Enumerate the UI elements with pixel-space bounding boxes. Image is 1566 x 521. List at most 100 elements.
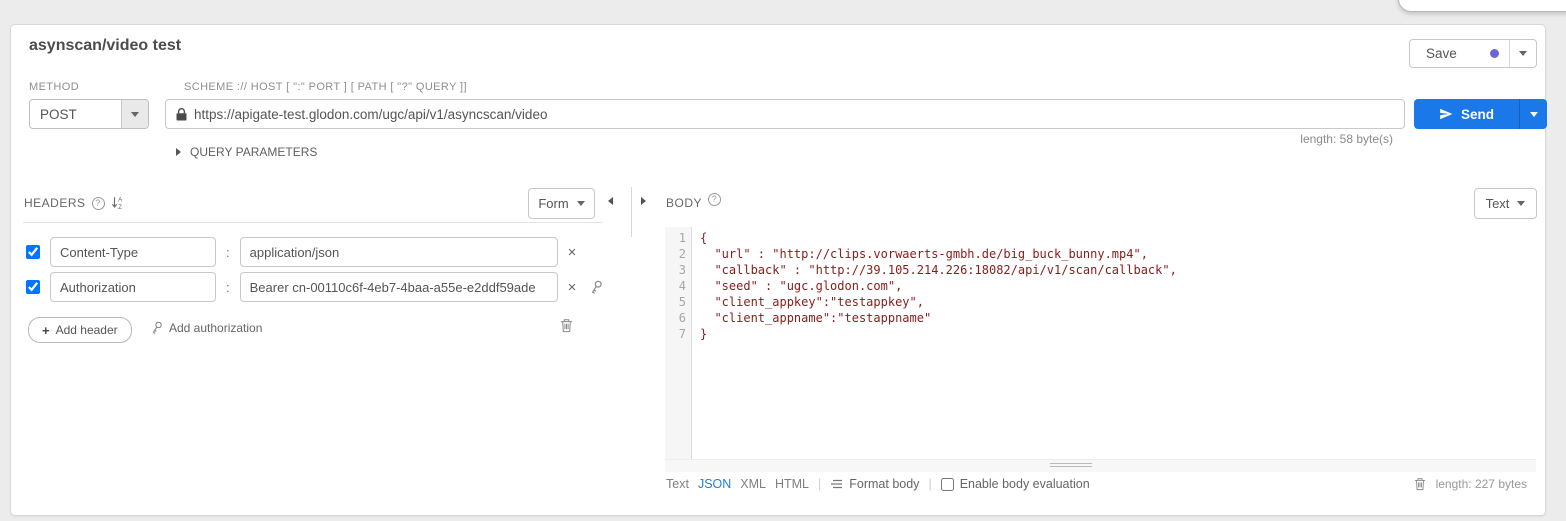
header-row: : [26,237,606,267]
chevron-down-icon [577,201,585,206]
body-title: BODY [666,196,702,210]
header-enabled-checkbox[interactable] [26,245,40,259]
lock-icon [176,108,187,121]
headers-mode-select[interactable]: Form [528,188,595,219]
line-number: 3 [665,262,691,278]
colon-separator: : [226,245,230,260]
format-tab-xml[interactable]: XML [740,477,766,491]
method-dropdown-arrow[interactable] [121,100,148,128]
page-title: asynscan/video test [29,37,181,55]
header-value-input[interactable] [240,237,558,267]
auth-key-icon[interactable] [590,280,603,295]
editor-resize-strip [665,459,1536,472]
toolbar-separator [928,477,931,491]
body-evaluation-label: Enable body evaluation [960,477,1090,491]
save-dropdown-toggle[interactable] [1509,40,1536,67]
svg-text:Z: Z [118,205,122,210]
code-text: "seed" : "ugc.glodon.com", [691,278,902,294]
code-text: "client_appkey":"testappkey", [691,294,924,310]
code-text: "client_appname":"testappname" [691,310,931,326]
line-number: 1 [665,230,691,246]
add-header-button[interactable]: Add header [28,317,132,343]
code-text: "callback" : "http://39.105.214.226:1808… [691,262,1177,278]
remove-header-icon[interactable] [568,280,577,295]
format-tab-text[interactable]: Text [666,477,689,491]
format-tab-json[interactable]: JSON [698,477,731,491]
url-scheme-label: SCHEME :// HOST [ ":" PORT ] [ PATH [ "?… [184,81,467,93]
key-icon [151,321,163,335]
header-enabled-checkbox[interactable] [26,280,40,294]
code-text: } [691,326,707,342]
chevron-down-icon [1519,51,1527,56]
line-number: 5 [665,294,691,310]
format-tab-html[interactable]: HTML [775,477,809,491]
colon-separator: : [226,280,230,295]
query-parameters-label: QUERY PARAMETERS [190,145,317,159]
headers-divider [23,222,602,223]
body-mode-value: Text [1486,196,1510,211]
format-body-button[interactable]: Format body [830,477,919,491]
method-value: POST [30,100,121,128]
resize-handle[interactable] [1050,463,1092,469]
code-text: { [691,230,707,246]
code-line: 5 "client_appkey":"testappkey", [665,294,1536,310]
help-icon[interactable] [708,193,721,206]
method-select[interactable]: POST [29,99,149,129]
line-number: 4 [665,278,691,294]
save-button-label: Save [1426,46,1457,61]
query-parameters-toggle[interactable]: QUERY PARAMETERS [176,145,317,159]
code-line: 7} [665,326,1536,342]
app-background: asynscan/video test Save METHOD SCHEME :… [0,0,1566,521]
header-name-input[interactable] [50,237,216,267]
sort-headers-icon[interactable]: A Z [111,196,125,210]
send-button[interactable]: Send [1414,99,1547,129]
code-line: 2 "url" : "http://clips.vorwaerts-gmbh.d… [665,246,1536,262]
body-evaluation-checkbox[interactable] [941,478,954,491]
request-card: asynscan/video test Save METHOD SCHEME :… [10,24,1546,516]
code-line: 4 "seed" : "ugc.glodon.com", [665,278,1536,294]
url-input[interactable] [194,107,1404,122]
body-editor[interactable]: 1{ 2 "url" : "http://clips.vorwaerts-gmb… [665,227,1536,459]
body-toolbar: Text JSON XML HTML Format body Enable bo… [666,477,1090,491]
paper-plane-icon [1439,107,1453,121]
line-number: 7 [665,326,691,342]
line-number: 2 [665,246,691,262]
unsaved-indicator-dot [1490,49,1499,58]
svg-text:A: A [118,197,123,203]
help-icon[interactable] [92,197,105,210]
code-line: 3 "callback" : "http://39.105.214.226:18… [665,262,1536,278]
add-header-label: Add header [56,323,118,337]
clear-body-trash-icon[interactable] [1414,477,1426,491]
collapse-left-arrow[interactable] [608,197,613,205]
collapse-right-arrow[interactable] [641,197,646,205]
send-button-label: Send [1461,107,1494,122]
code-line: 6 "client_appname":"testappname" [665,310,1536,326]
headers-mode-value: Form [538,196,568,211]
method-label: METHOD [29,81,79,93]
enable-body-evaluation[interactable]: Enable body evaluation [941,477,1090,491]
headers-section-header: HEADERS A Z [24,196,125,210]
body-section-header: BODY [666,196,721,210]
plus-icon [42,323,50,338]
chevron-down-icon [131,112,139,117]
header-value-input[interactable] [240,272,558,302]
panel-splitter[interactable] [631,187,632,237]
chevron-down-icon [1517,201,1525,206]
send-dropdown-toggle[interactable] [1519,99,1547,129]
code-line: 1{ [665,230,1536,246]
remove-header-icon[interactable] [568,245,577,260]
headers-title: HEADERS [24,196,86,210]
url-length-text: length: 58 byte(s) [1300,132,1393,146]
code-text: "url" : "http://clips.vorwaerts-gmbh.de/… [691,246,1148,262]
delete-headers-trash-icon[interactable] [560,318,573,333]
header-row: : [26,272,636,302]
line-number: 6 [665,310,691,326]
floating-panel-edge [1398,0,1566,12]
body-mode-select[interactable]: Text [1474,188,1537,219]
add-authorization-link[interactable]: Add authorization [151,321,262,335]
header-name-input[interactable] [50,272,216,302]
toolbar-separator [818,477,821,491]
url-field-wrap [165,99,1405,129]
add-authorization-label: Add authorization [169,321,262,335]
save-button[interactable]: Save [1409,39,1537,68]
